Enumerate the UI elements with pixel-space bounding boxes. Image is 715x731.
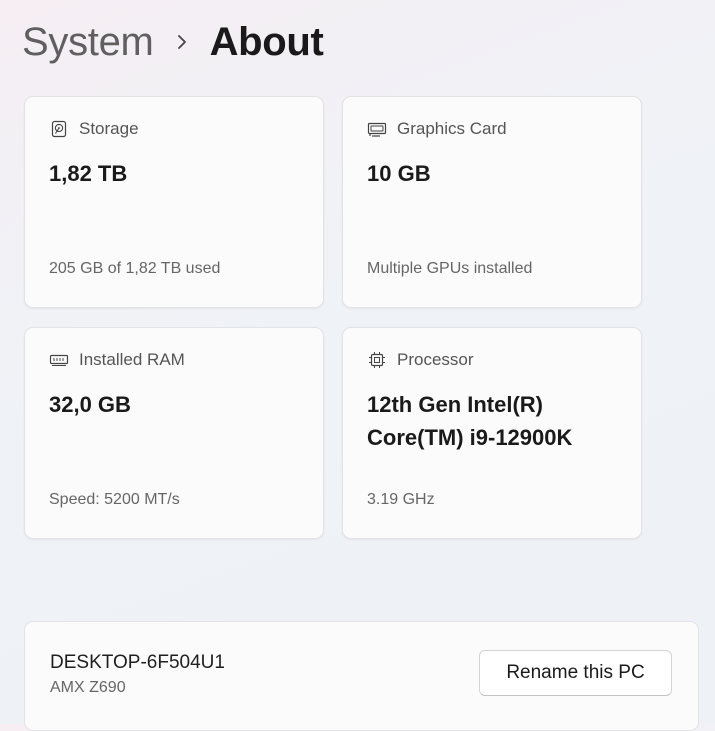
- processor-value: 12th Gen Intel(R) Core(TM) i9-12900K: [367, 392, 573, 450]
- device-name-card: DESKTOP-6F504U1 AMX Z690 Rename this PC: [24, 621, 699, 731]
- hard-drive-icon: [49, 119, 69, 139]
- installed-ram-card: Installed RAM 32,0 GB Speed: 5200 MT/s: [24, 327, 324, 539]
- storage-card: Storage 1,82 TB 205 GB of 1,82 TB used: [24, 96, 324, 308]
- breadcrumb: System About: [22, 14, 324, 70]
- installed-ram-value: 32,0 GB: [49, 392, 131, 417]
- processor-speed: 3.19 GHz: [367, 491, 435, 508]
- storage-value: 1,82 TB: [49, 161, 128, 186]
- graphics-card: Graphics Card 10 GB Multiple GPUs instal…: [342, 96, 642, 308]
- device-model: AMX Z690: [50, 679, 126, 696]
- memory-icon: [49, 350, 69, 370]
- graphics-card-value: 10 GB: [367, 161, 431, 186]
- device-name: DESKTOP-6F504U1: [50, 652, 225, 673]
- page-title: About: [209, 19, 324, 64]
- installed-ram-speed: Speed: 5200 MT/s: [49, 491, 180, 508]
- graphics-card-icon: [367, 119, 387, 139]
- processor-title: Processor: [397, 350, 474, 369]
- storage-usage: 205 GB of 1,82 TB used: [49, 260, 221, 277]
- graphics-card-info: Multiple GPUs installed: [367, 260, 533, 277]
- chevron-right-icon: [154, 34, 210, 50]
- processor-icon: [367, 350, 387, 370]
- rename-pc-button[interactable]: Rename this PC: [479, 650, 672, 696]
- breadcrumb-system-link[interactable]: System: [22, 20, 154, 65]
- installed-ram-title: Installed RAM: [79, 350, 185, 369]
- storage-title: Storage: [79, 119, 139, 138]
- processor-card: Processor 12th Gen Intel(R) Core(TM) i9-…: [342, 327, 642, 539]
- graphics-card-title: Graphics Card: [397, 119, 507, 138]
